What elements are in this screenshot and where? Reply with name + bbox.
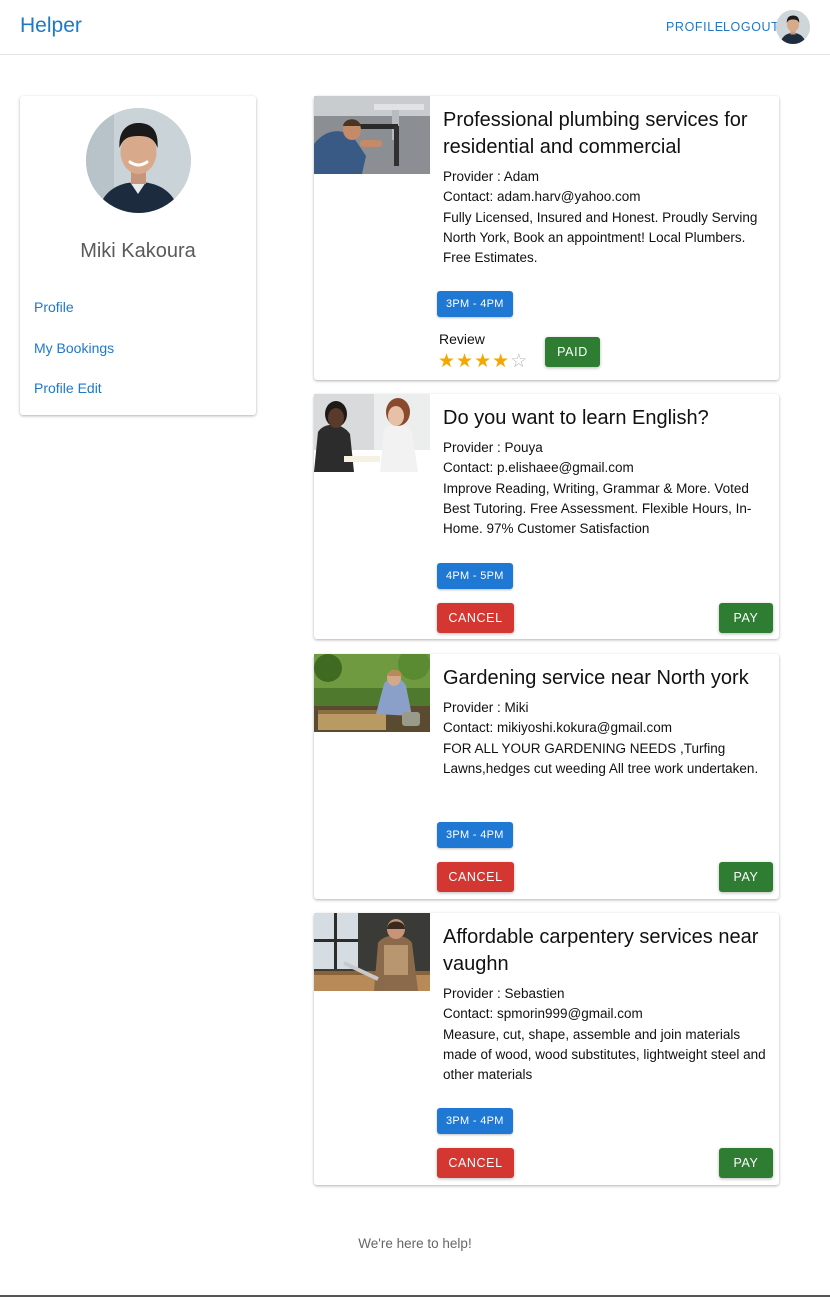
user-avatar-icon[interactable]	[776, 10, 810, 44]
nav-profile-link[interactable]: PROFILE	[666, 20, 724, 34]
profile-sidebar: Miki Kakoura Profile My Bookings Profile…	[20, 96, 256, 415]
sidebar-item-profile-edit[interactable]: Profile Edit	[34, 380, 102, 396]
carpentry-photo	[314, 913, 430, 991]
booking-contact: Contact: mikiyoshi.kokura@gmail.com	[443, 720, 673, 736]
star-filled-icon[interactable]: ★	[492, 351, 510, 372]
pay-button[interactable]: PAY	[719, 1148, 773, 1178]
booking-contact: Contact: adam.harv@yahoo.com	[443, 189, 641, 205]
footer-tagline: We're here to help!	[358, 1236, 472, 1251]
booking-contact: Contact: p.elishaee@gmail.com	[443, 460, 634, 476]
booking-provider: Provider : Pouya	[443, 440, 543, 455]
tutoring-photo	[314, 394, 430, 472]
star-rating[interactable]: ★★★★☆	[438, 350, 528, 373]
paid-button[interactable]: PAID	[545, 337, 600, 367]
star-filled-icon[interactable]: ★	[456, 351, 474, 372]
booking-details: Gardening service near North york Provid…	[443, 665, 769, 779]
app-header: Helper PROFILE LOGOUT	[0, 0, 830, 55]
booking-provider: Provider : Adam	[443, 169, 540, 184]
sidebar-item-profile[interactable]: Profile	[34, 299, 74, 315]
time-slot-chip[interactable]: 3PM - 4PM	[437, 1108, 513, 1134]
booking-title: Affordable carpentery services near vaug…	[443, 926, 759, 975]
booking-card: Do you want to learn English? Provider :…	[314, 394, 779, 639]
booking-title: Do you want to learn English?	[443, 407, 709, 429]
booking-title: Gardening service near North york	[443, 667, 749, 689]
booking-contact: Contact: spmorin999@gmail.com	[443, 1006, 643, 1022]
booking-provider: Provider : Sebastien	[443, 986, 565, 1001]
star-filled-icon[interactable]: ★	[474, 351, 492, 372]
booking-card: Gardening service near North york Provid…	[314, 654, 779, 899]
booking-details: Professional plumbing services for resid…	[443, 107, 769, 268]
booking-card: Professional plumbing services for resid…	[314, 96, 779, 380]
cancel-button[interactable]: CANCEL	[437, 1148, 514, 1178]
profile-avatar-icon	[86, 108, 191, 213]
brand-logo-link[interactable]: Helper	[20, 14, 82, 38]
booking-provider: Provider : Miki	[443, 700, 529, 715]
star-empty-icon[interactable]: ☆	[510, 351, 528, 372]
booking-details: Affordable carpentery services near vaug…	[443, 924, 769, 1085]
booking-card: Affordable carpentery services near vaug…	[314, 913, 779, 1185]
cancel-button[interactable]: CANCEL	[437, 603, 514, 633]
cancel-button[interactable]: CANCEL	[437, 862, 514, 892]
star-filled-icon[interactable]: ★	[438, 351, 456, 372]
booking-details: Do you want to learn English? Provider :…	[443, 405, 769, 539]
booking-title: Professional plumbing services for resid…	[443, 109, 748, 158]
pay-button[interactable]: PAY	[719, 603, 773, 633]
booking-description: Improve Reading, Writing, Grammar & More…	[443, 480, 752, 537]
time-slot-chip[interactable]: 3PM - 4PM	[437, 822, 513, 848]
profile-name: Miki Kakoura	[80, 240, 196, 262]
nav-logout-link[interactable]: LOGOUT	[723, 20, 779, 34]
booking-description: Fully Licensed, Insured and Honest. Prou…	[443, 209, 758, 266]
review-label: Review	[439, 331, 485, 347]
plumbing-photo	[314, 96, 430, 174]
pay-button[interactable]: PAY	[719, 862, 773, 892]
sidebar-item-my-bookings[interactable]: My Bookings	[34, 340, 114, 356]
time-slot-chip[interactable]: 4PM - 5PM	[437, 563, 513, 589]
booking-description: Measure, cut, shape, assemble and join m…	[443, 1026, 766, 1083]
gardening-photo	[314, 654, 430, 732]
time-slot-chip[interactable]: 3PM - 4PM	[437, 291, 513, 317]
booking-description: FOR ALL YOUR GARDENING NEEDS ,Turfing La…	[443, 740, 759, 776]
